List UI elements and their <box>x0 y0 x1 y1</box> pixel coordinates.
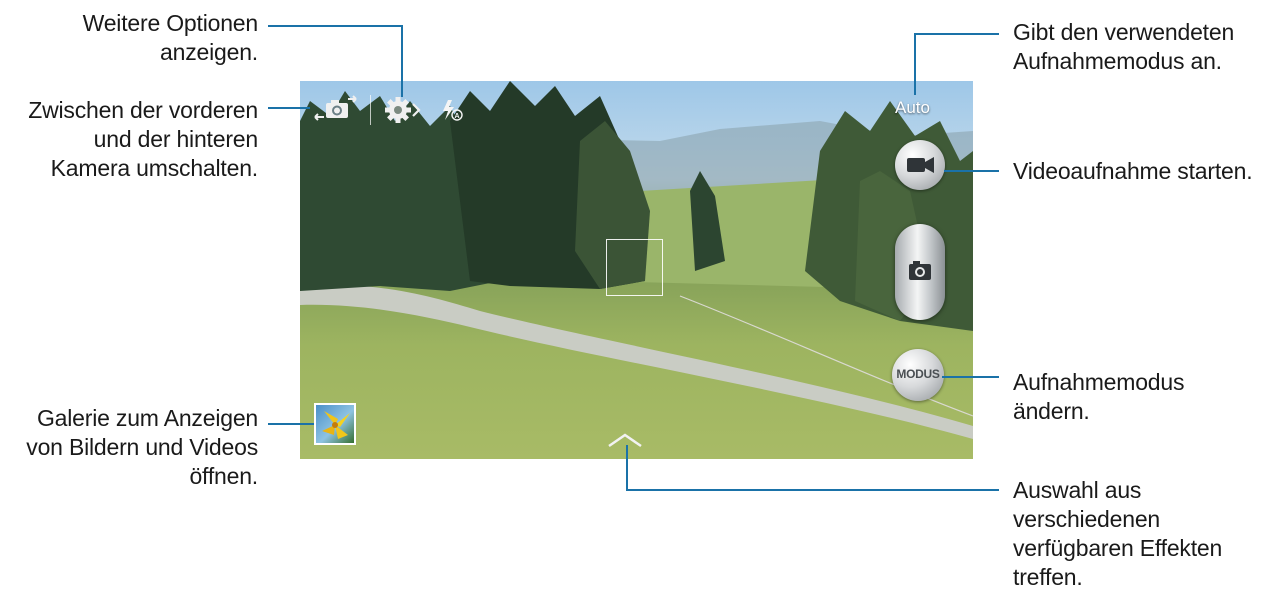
chevron-up-icon <box>608 433 642 448</box>
shooting-mode-indicator: Auto <box>895 98 930 117</box>
camera-icon <box>909 261 931 280</box>
leader-line <box>914 33 999 35</box>
callout-video: Videoaufnahme starten. <box>1013 157 1253 186</box>
camera-viewfinder[interactable]: A Auto MODUS <box>300 81 973 459</box>
focus-frame <box>606 239 663 296</box>
callout-effects: Auswahl aus verschiedenen verfügbaren Ef… <box>1013 476 1222 592</box>
callout-line: Gibt den verwendeten <box>1013 19 1235 45</box>
toolbar-divider <box>370 95 371 125</box>
gear-icon <box>385 97 421 123</box>
flower-image <box>322 411 350 439</box>
gallery-thumbnail[interactable] <box>314 403 356 445</box>
flash-button[interactable]: A <box>439 97 465 123</box>
leader-line <box>268 25 403 27</box>
callout-line: verschiedenen <box>1013 506 1161 532</box>
shutter-button[interactable] <box>895 224 945 320</box>
callout-line: ändern. <box>1013 398 1090 424</box>
callout-line: Aufnahmemodus <box>1013 369 1185 395</box>
callout-line: von Bildern und Videos <box>26 434 258 460</box>
callout-shooting-mode: Gibt den verwendeten Aufnahmemodus an. <box>1013 18 1234 76</box>
callout-more-options: Weitere Optionen anzeigen. <box>40 9 259 67</box>
effects-button[interactable] <box>603 430 647 450</box>
callout-line: Weitere Optionen <box>82 10 259 36</box>
mode-button[interactable]: MODUS <box>892 349 944 401</box>
callout-line: treffen. <box>1013 564 1083 590</box>
settings-button[interactable] <box>384 95 428 125</box>
callout-line: Aufnahmemodus an. <box>1013 48 1222 74</box>
camera-switch-icon <box>314 95 357 121</box>
callout-line: und der hinteren <box>93 126 259 152</box>
record-video-button[interactable] <box>895 140 945 190</box>
leader-line <box>268 107 310 109</box>
leader-line <box>268 423 314 425</box>
camera-switch-button[interactable] <box>312 95 358 125</box>
svg-text:A: A <box>454 113 459 120</box>
leader-line <box>401 25 403 97</box>
callout-line: Galerie zum Anzeigen <box>36 405 258 431</box>
callout-line: öffnen. <box>189 463 258 489</box>
callout-gallery: Galerie zum Anzeigen von Bildern und Vid… <box>0 404 258 491</box>
flash-auto-icon: A <box>443 100 463 121</box>
leader-line <box>626 445 628 491</box>
callout-switch-camera: Zwischen der vorderen und der hinteren K… <box>0 96 258 183</box>
callout-line: Zwischen der vorderen <box>28 97 258 123</box>
leader-line <box>944 170 999 172</box>
leader-line <box>626 489 999 491</box>
callout-line: anzeigen. <box>160 39 258 65</box>
callout-line: verfügbaren Effekten <box>1013 535 1223 561</box>
callout-line: Videoaufnahme starten. <box>1013 158 1253 184</box>
callout-change-mode: Aufnahmemodus ändern. <box>1013 368 1184 426</box>
callout-line: Kamera umschalten. <box>50 155 259 181</box>
callout-line: Auswahl aus <box>1013 477 1142 503</box>
leader-line <box>914 33 916 95</box>
video-camera-icon <box>907 157 934 173</box>
mode-button-label: MODUS <box>896 367 940 381</box>
leader-line <box>942 376 999 378</box>
